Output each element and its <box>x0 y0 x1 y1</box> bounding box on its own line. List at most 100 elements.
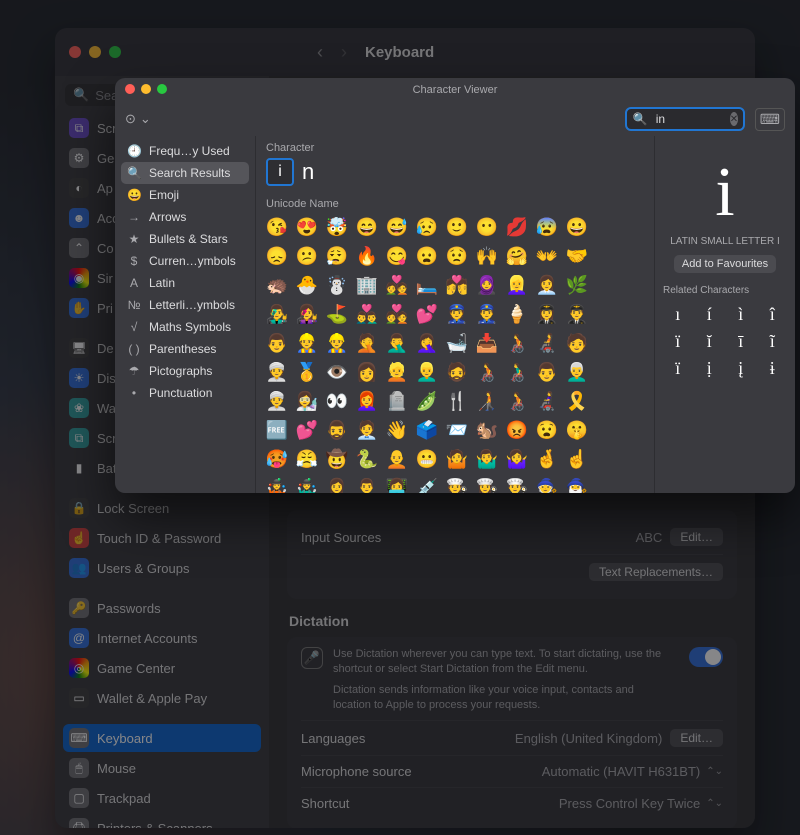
emoji-cell[interactable]: 🤝 <box>564 243 590 269</box>
emoji-cell[interactable]: 😞 <box>264 243 290 269</box>
emoji-cell[interactable]: 🧑‍🦽 <box>504 330 530 356</box>
emoji-cell[interactable]: 📥 <box>474 330 500 356</box>
emoji-cell[interactable]: 🤷‍♀️ <box>504 446 530 472</box>
emoji-cell[interactable]: 💏 <box>444 272 470 298</box>
maximize-icon[interactable] <box>157 84 167 94</box>
category-search-results[interactable]: 🔍Search Results <box>121 162 249 184</box>
category-arrows[interactable]: →Arrows <box>121 206 249 228</box>
emoji-cell[interactable]: 🐣 <box>294 272 320 298</box>
emoji-cell[interactable]: 🆓 <box>264 417 290 443</box>
emoji-cell[interactable]: 🐿️ <box>474 417 500 443</box>
emoji-cell[interactable]: 👷 <box>294 330 320 356</box>
emoji-cell[interactable]: 😧 <box>534 417 560 443</box>
emoji-cell[interactable]: 🧑‍🦯 <box>474 388 500 414</box>
back-icon[interactable]: ‹ <box>317 42 323 63</box>
emoji-cell[interactable]: 🧑‍🦽 <box>504 388 530 414</box>
sidebar-item-wallet-apple-pay[interactable]: ▭Wallet & Apple Pay <box>63 684 261 712</box>
emoji-cell[interactable]: 👁️ <box>324 359 350 385</box>
emoji-cell[interactable]: 👨‍🦽 <box>504 359 530 385</box>
emoji-cell[interactable]: 😤 <box>294 446 320 472</box>
related-character[interactable]: ĩ <box>764 331 782 352</box>
emoji-cell[interactable]: 📨 <box>444 417 470 443</box>
edit-input-sources-button[interactable]: Edit… <box>670 528 723 546</box>
emoji-cell[interactable]: ⛳ <box>324 301 350 327</box>
sidebar-item-passwords[interactable]: 🔑Passwords <box>63 594 261 622</box>
emoji-cell[interactable]: 😍 <box>294 214 320 240</box>
emoji-cell[interactable]: 👨‍✈️ <box>564 301 590 327</box>
emoji-cell[interactable]: 😅 <box>384 214 410 240</box>
compact-view-icon[interactable]: ⌨ <box>755 108 785 131</box>
minimize-icon[interactable] <box>89 46 101 58</box>
emoji-cell[interactable]: 👩‍✈️ <box>534 301 560 327</box>
emoji-cell[interactable]: 🤹 <box>264 475 290 493</box>
emoji-cell[interactable]: 💕 <box>294 417 320 443</box>
related-character[interactable]: ĭ <box>701 331 719 352</box>
emoji-cell[interactable]: 🥵 <box>264 446 290 472</box>
viewer-options-menu[interactable]: ⊙ ⌄ <box>125 111 151 127</box>
shortcut-popup[interactable]: Press Control Key Twice ⌃⌄ <box>559 796 723 811</box>
category-pictographs[interactable]: ☂Pictographs <box>121 360 249 382</box>
emoji-cell[interactable]: 👋 <box>384 417 410 443</box>
emoji-cell[interactable]: 👩 <box>354 359 380 385</box>
emoji-cell[interactable]: 😰 <box>534 214 560 240</box>
emoji-cell[interactable]: 🛁 <box>444 330 470 356</box>
related-character[interactable]: ì <box>732 304 750 325</box>
sidebar-item-users-groups[interactable]: 👥Users & Groups <box>63 554 261 582</box>
emoji-cell[interactable]: 👩‍🍳 <box>474 475 500 493</box>
emoji-cell[interactable]: 👨‍❤️‍👨 <box>354 301 380 327</box>
emoji-cell[interactable]: 🧑‍🦼 <box>534 330 560 356</box>
sidebar-item-touch-id-password[interactable]: ☝Touch ID & Password <box>63 524 261 552</box>
emoji-cell[interactable]: 🤷 <box>444 446 470 472</box>
emoji-cell[interactable]: 👳 <box>264 359 290 385</box>
emoji-cell[interactable]: 😮‍💨 <box>324 243 350 269</box>
forward-icon[interactable]: › <box>341 42 347 63</box>
emoji-cell[interactable]: 😀 <box>564 214 590 240</box>
emoji-cell[interactable]: 😋 <box>384 243 410 269</box>
related-character[interactable]: ị <box>701 358 719 379</box>
emoji-cell[interactable]: 🧑 <box>564 330 590 356</box>
category-frequ-y-used[interactable]: 🕘Frequ…y Used <box>121 140 249 162</box>
emoji-cell[interactable]: 👐 <box>534 243 560 269</box>
emoji-cell[interactable]: 👩‍🎤 <box>294 301 320 327</box>
emoji-cell[interactable]: 🧑‍🍳 <box>444 475 470 493</box>
emoji-cell[interactable]: 🐍 <box>354 446 380 472</box>
related-character[interactable]: ı <box>669 304 687 325</box>
dictation-toggle[interactable] <box>689 647 723 667</box>
related-character[interactable]: ī <box>732 331 750 352</box>
category-emoji[interactable]: 😀Emoji <box>121 184 249 206</box>
emoji-cell[interactable]: 😟 <box>444 243 470 269</box>
emoji-cell[interactable]: 🦔 <box>264 272 290 298</box>
related-character[interactable]: ɨ <box>764 358 782 379</box>
emoji-cell[interactable]: 😥 <box>414 214 440 240</box>
emoji-cell[interactable]: 🤫 <box>564 417 590 443</box>
category-latin[interactable]: ALatin <box>121 272 249 294</box>
emoji-cell[interactable]: 👨‍🍳 <box>504 475 530 493</box>
emoji-cell[interactable]: 🧙 <box>534 475 560 493</box>
category-punctuation[interactable]: •Punctuation <box>121 382 249 404</box>
next-glyph[interactable]: n <box>302 159 314 185</box>
sidebar-item-keyboard[interactable]: ⌨Keyboard <box>63 724 261 752</box>
sidebar-item-game-center[interactable]: ◎Game Center <box>63 654 261 682</box>
maximize-icon[interactable] <box>109 46 121 58</box>
character-search-input[interactable] <box>654 111 724 127</box>
emoji-cell[interactable]: 🤦 <box>354 330 380 356</box>
close-icon[interactable] <box>125 84 135 94</box>
emoji-cell[interactable]: 👩‍💼 <box>534 272 560 298</box>
emoji-cell[interactable]: 🎗️ <box>564 388 590 414</box>
emoji-cell[interactable]: 🤷‍♂️ <box>474 446 500 472</box>
emoji-cell[interactable]: 👩‍💻 <box>384 475 410 493</box>
emoji-cell[interactable]: 👨‍🎤 <box>264 301 290 327</box>
emoji-cell[interactable]: 😡 <box>504 417 530 443</box>
emoji-cell[interactable]: 😄 <box>354 214 380 240</box>
add-to-favourites-button[interactable]: Add to Favourites <box>674 255 776 273</box>
sidebar-item-internet-accounts[interactable]: @Internet Accounts <box>63 624 261 652</box>
sidebar-item-printers-scanners[interactable]: 🖨Printers & Scanners <box>63 814 261 828</box>
edit-languages-button[interactable]: Edit… <box>670 729 723 747</box>
close-icon[interactable] <box>69 46 81 58</box>
emoji-cell[interactable]: 👱 <box>384 359 410 385</box>
clear-icon[interactable]: ✕ <box>730 112 738 126</box>
emoji-cell[interactable]: 👱‍♂️ <box>414 359 440 385</box>
emoji-cell[interactable]: 💑 <box>384 272 410 298</box>
emoji-cell[interactable]: 🗳️ <box>414 417 440 443</box>
emoji-cell[interactable]: 🧑‍🦲 <box>384 446 410 472</box>
